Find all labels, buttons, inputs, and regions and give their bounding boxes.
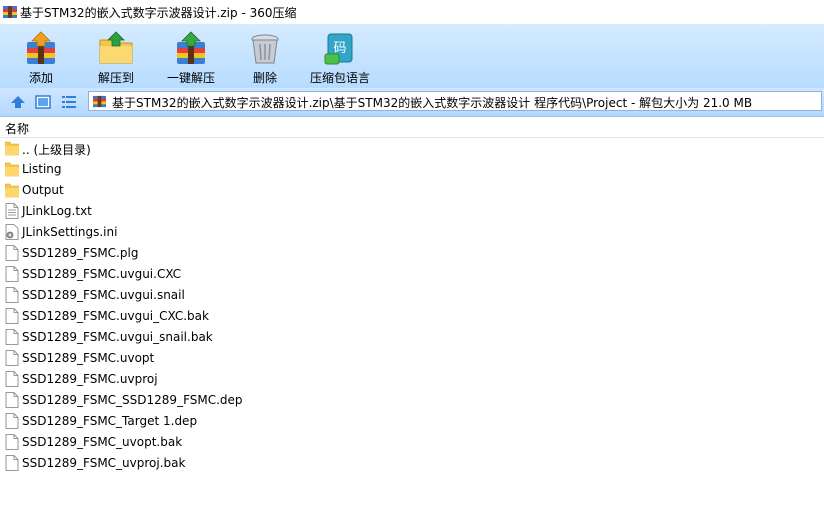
- file-name: Output: [22, 183, 64, 197]
- list-item[interactable]: SSD1289_FSMC_SSD1289_FSMC.dep: [0, 389, 824, 410]
- archive-language-button[interactable]: 码 压缩包语言: [306, 24, 374, 88]
- language-icon-glyph: 码: [333, 41, 346, 56]
- file-icon: [5, 245, 19, 261]
- large-icon-view-icon[interactable]: [35, 94, 51, 110]
- list-item[interactable]: SSD1289_FSMC.uvgui_CXC.bak: [0, 305, 824, 326]
- file-name: SSD1289_FSMC.uvgui_snail.bak: [22, 330, 213, 344]
- one-click-extract-icon: [177, 31, 205, 64]
- file-icon: [5, 350, 19, 366]
- file-name: SSD1289_FSMC.uvgui.snail: [22, 288, 185, 302]
- file-name: SSD1289_FSMC_uvproj.bak: [22, 456, 186, 470]
- folder-extract-icon: [99, 31, 133, 64]
- title-bar: 基于STM32的嵌入式数字示波器设计.zip - 360压缩: [0, 0, 824, 24]
- archive-language-label: 压缩包语言: [309, 71, 370, 85]
- list-item[interactable]: SSD1289_FSMC.uvgui_snail.bak: [0, 326, 824, 347]
- list-item[interactable]: Output: [0, 179, 824, 200]
- zip-archive-icon: [93, 95, 106, 108]
- list-item[interactable]: JLinkLog.txt: [0, 200, 824, 221]
- list-item[interactable]: .. (上级目录): [0, 137, 824, 158]
- list-item[interactable]: SSD1289_FSMC.uvgui.CXC: [0, 263, 824, 284]
- list-item[interactable]: JLinkSettings.ini: [0, 221, 824, 242]
- up-arrow-icon[interactable]: [10, 94, 26, 110]
- list-item[interactable]: SSD1289_FSMC_uvproj.bak: [0, 452, 824, 473]
- file-name: JLinkSettings.ini: [22, 225, 118, 239]
- list-item[interactable]: SSD1289_FSMC.plg: [0, 242, 824, 263]
- add-label: 添加: [28, 71, 53, 85]
- window-title: 基于STM32的嵌入式数字示波器设计.zip - 360压缩: [20, 6, 297, 20]
- folder-icon: [4, 182, 20, 198]
- path-text: 基于STM32的嵌入式数字示波器设计.zip\基于STM32的嵌入式数字示波器设…: [112, 96, 753, 110]
- zip-archive-icon: [3, 6, 17, 18]
- file-icon: [5, 371, 19, 387]
- file-name: .. (上级目录): [22, 143, 91, 157]
- delete-label: 删除: [252, 71, 277, 85]
- name-column-header[interactable]: 名称: [5, 120, 29, 137]
- extract-to-label: 解压到: [97, 71, 134, 85]
- list-item[interactable]: SSD1289_FSMC.uvopt: [0, 347, 824, 368]
- list-item[interactable]: SSD1289_FSMC.uvproj: [0, 368, 824, 389]
- file-icon: [5, 287, 19, 303]
- text-file-icon: [5, 203, 19, 219]
- file-name: Listing: [22, 162, 62, 176]
- file-name: SSD1289_FSMC_Target 1.dep: [22, 414, 198, 428]
- file-name: SSD1289_FSMC.uvgui_CXC.bak: [22, 309, 209, 323]
- toolbar: 添加 解压到 一键解压 删除 码 压缩包语言: [0, 24, 824, 88]
- file-icon: [5, 413, 19, 429]
- settings-file-icon: [5, 224, 19, 240]
- file-icon: [5, 392, 19, 408]
- file-icon: [5, 308, 19, 324]
- file-name: SSD1289_FSMC.plg: [22, 246, 139, 260]
- file-name: JLinkLog.txt: [22, 204, 92, 218]
- list-item[interactable]: Listing: [0, 158, 824, 179]
- file-name: SSD1289_FSMC_uvopt.bak: [22, 435, 183, 449]
- add-button[interactable]: 添加: [16, 24, 66, 88]
- file-name: SSD1289_FSMC.uvproj: [22, 372, 158, 386]
- list-item[interactable]: SSD1289_FSMC_Target 1.dep: [0, 410, 824, 431]
- file-name: SSD1289_FSMC.uvgui.CXC: [22, 267, 182, 281]
- language-code-icon: 码: [324, 33, 353, 65]
- one-click-extract-label: 一键解压: [166, 71, 215, 85]
- extract-to-button[interactable]: 解压到: [88, 24, 144, 88]
- one-click-extract-button[interactable]: 一键解压: [162, 24, 220, 88]
- folder-icon: [4, 161, 20, 177]
- file-list: .. (上级目录) Listing Output JLinkLog.txt JLinkS…: [0, 137, 824, 473]
- file-icon: [5, 455, 19, 471]
- file-icon: [5, 329, 19, 345]
- file-icon: [5, 266, 19, 282]
- address-bar: 基于STM32的嵌入式数字示波器设计.zip\基于STM32的嵌入式数字示波器设…: [0, 88, 824, 117]
- list-view-icon[interactable]: [61, 94, 77, 110]
- column-header: 名称: [0, 117, 824, 138]
- file-icon: [5, 434, 19, 450]
- file-name: SSD1289_FSMC_SSD1289_FSMC.dep: [22, 393, 243, 407]
- add-archive-icon: [27, 31, 55, 64]
- trash-icon: [251, 34, 279, 64]
- list-item[interactable]: SSD1289_FSMC.uvgui.snail: [0, 284, 824, 305]
- path-field[interactable]: 基于STM32的嵌入式数字示波器设计.zip\基于STM32的嵌入式数字示波器设…: [88, 91, 822, 111]
- list-item[interactable]: SSD1289_FSMC_uvopt.bak: [0, 431, 824, 452]
- file-name: SSD1289_FSMC.uvopt: [22, 351, 155, 365]
- delete-button[interactable]: 删除: [242, 24, 288, 88]
- folder-icon: [4, 140, 20, 156]
